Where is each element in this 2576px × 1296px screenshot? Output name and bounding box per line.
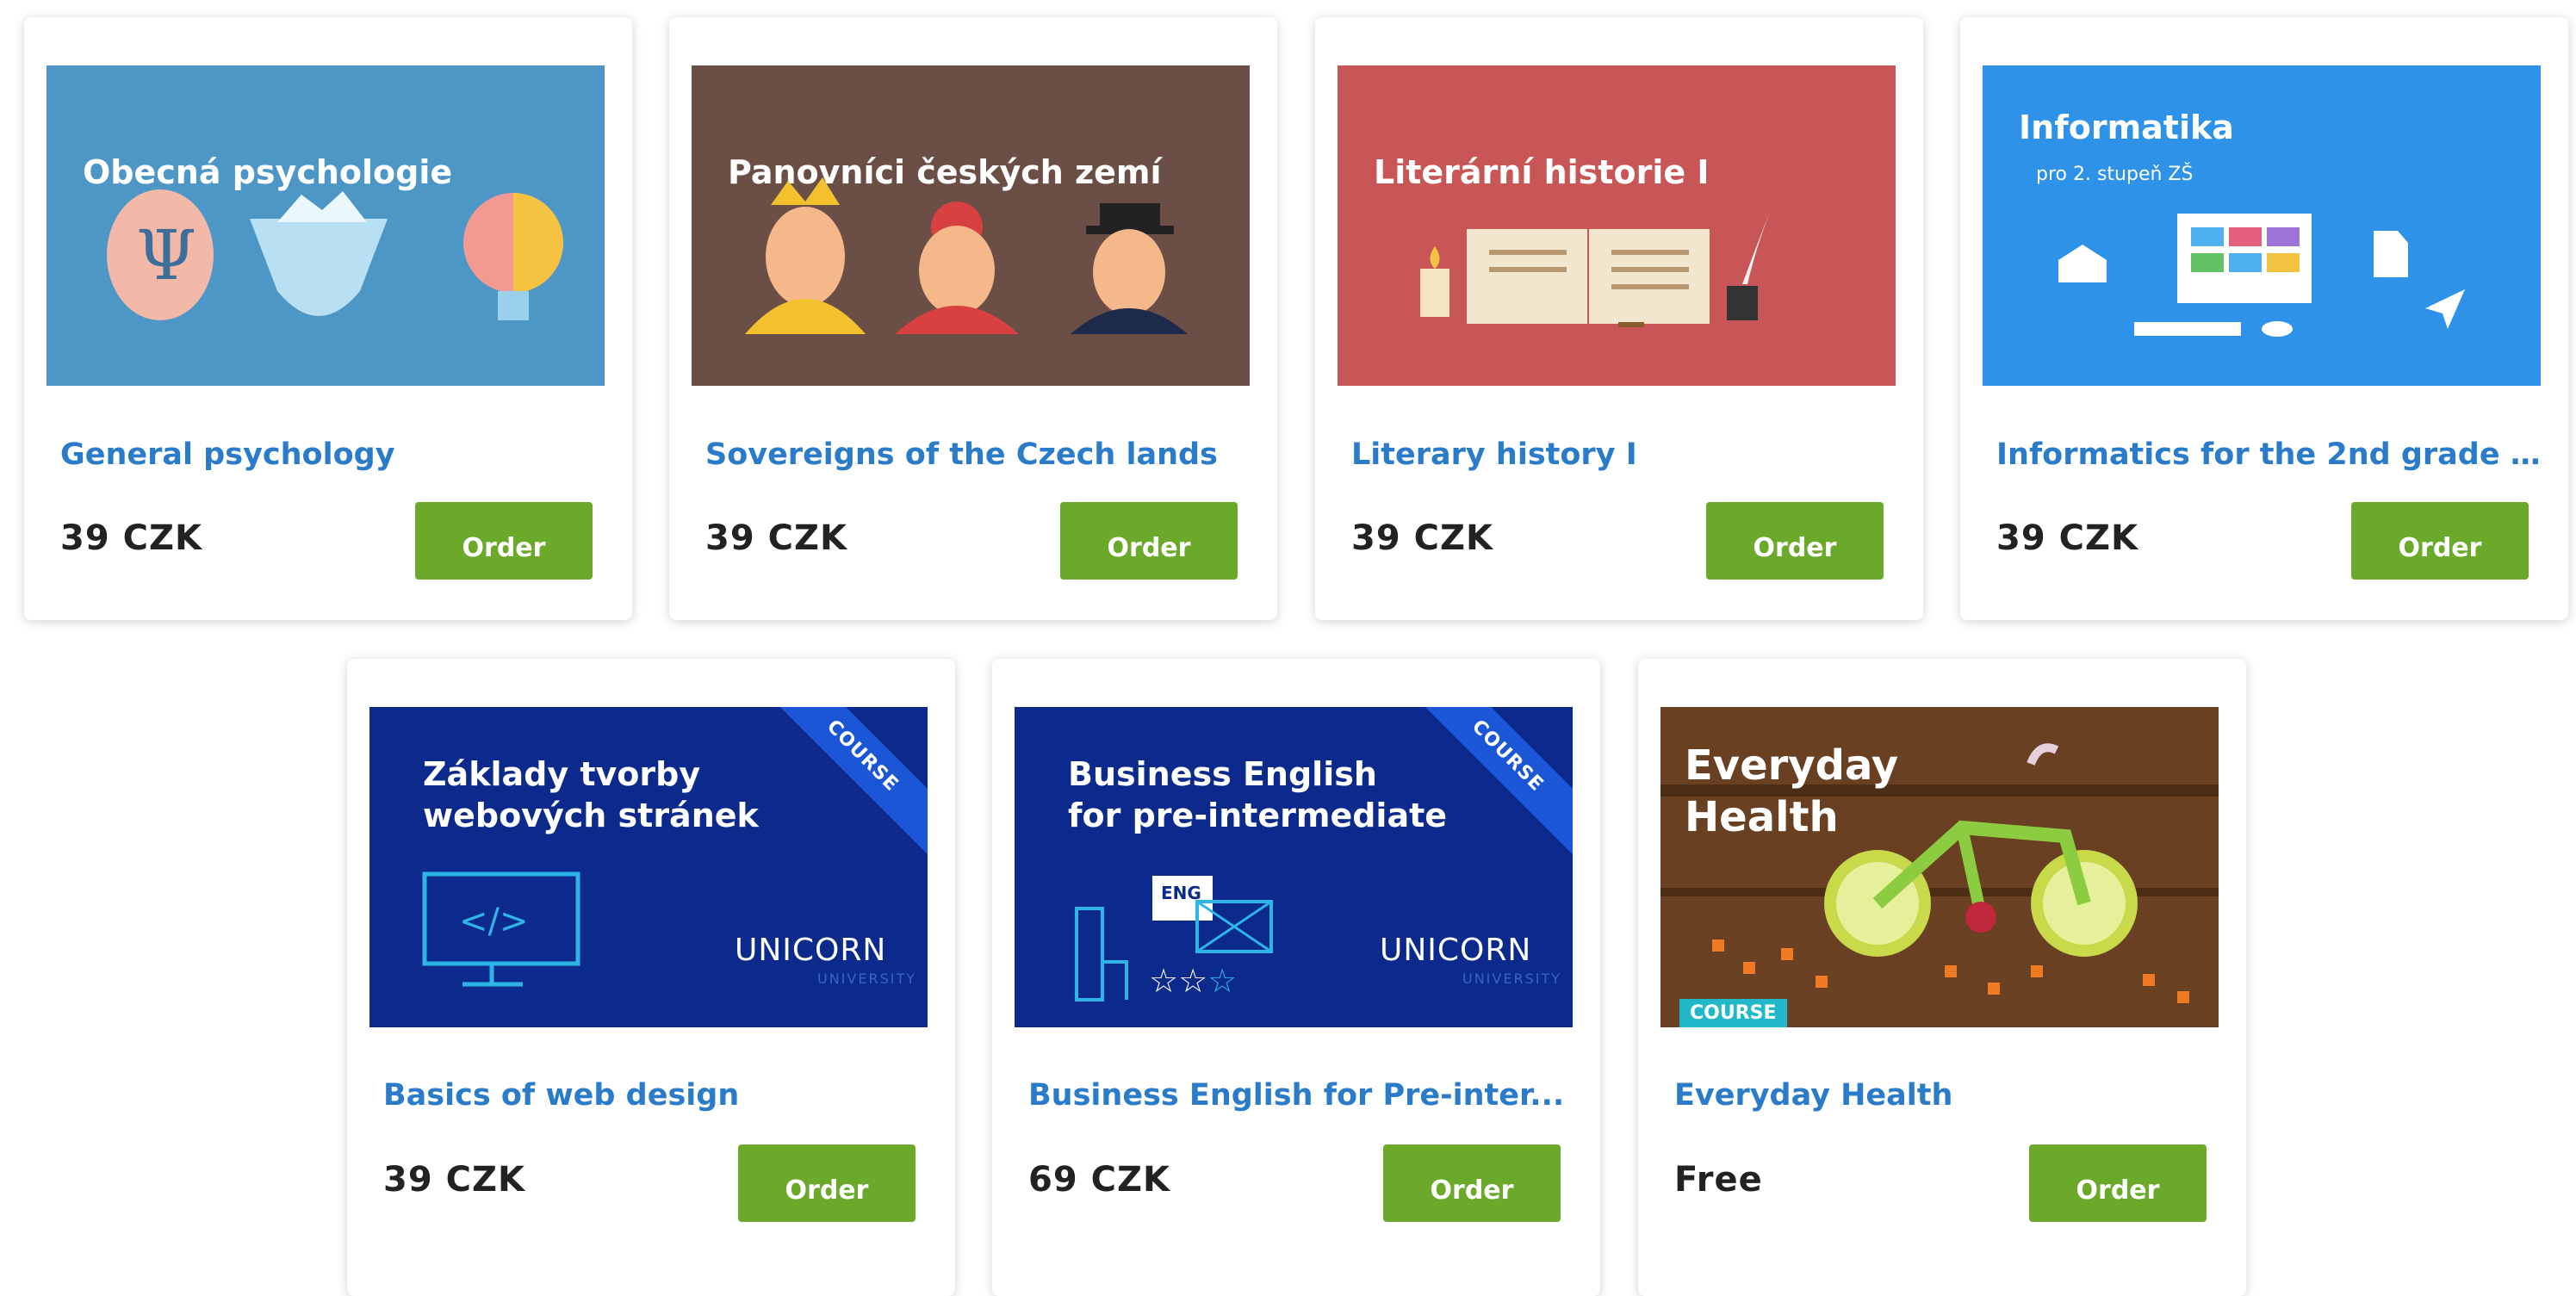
svg-text:Ψ: Ψ: [136, 215, 196, 295]
psychology-illustration: Ψ: [107, 189, 563, 320]
course-thumbnail[interactable]: Informatika pro 2. stupeň ZŠ: [1983, 65, 2541, 386]
course-price: 39 CZK: [383, 1160, 525, 1200]
book-candle-illustration: [1420, 203, 1773, 327]
course-title[interactable]: Informatics for the 2nd grade ...: [1996, 437, 2544, 472]
course-badge: COURSE: [1679, 999, 1787, 1027]
course-card[interactable]: COURSE Základy tvorby webových stránek <…: [347, 659, 955, 1296]
course-thumbnail[interactable]: Everyday Health COURSE: [1660, 707, 2219, 1027]
course-card[interactable]: Literární historie I Literary history I …: [1315, 17, 1923, 620]
order-button[interactable]: Order: [1060, 502, 1238, 580]
course-card[interactable]: COURSE Business English for pre-intermed…: [992, 659, 1600, 1296]
rating-stars: ☆☆☆: [1149, 962, 1238, 1000]
eng-tag: ENG: [1161, 883, 1201, 903]
course-thumbnail[interactable]: COURSE Business English for pre-intermed…: [1015, 707, 1573, 1027]
order-button-label: Order: [2398, 532, 2482, 563]
brand-subtitle: UNIVERSITY: [1462, 970, 1561, 987]
order-button[interactable]: Order: [2351, 502, 2529, 580]
order-button[interactable]: Order: [415, 502, 593, 580]
order-button[interactable]: Order: [1383, 1144, 1561, 1222]
course-title[interactable]: Sovereigns of the Czech lands: [705, 437, 1253, 472]
order-button[interactable]: Order: [2029, 1144, 2207, 1222]
order-button-label: Order: [2076, 1175, 2160, 1206]
course-title[interactable]: Literary history I: [1351, 437, 1899, 472]
brand-subtitle: UNIVERSITY: [817, 970, 916, 987]
course-price: 69 CZK: [1028, 1160, 1170, 1200]
course-thumbnail[interactable]: Literární historie I: [1338, 65, 1896, 386]
course-title[interactable]: Business English for Pre-inter...: [1028, 1078, 1576, 1113]
course-thumbnail[interactable]: COURSE Základy tvorby webových stránek <…: [369, 707, 928, 1027]
order-button-label: Order: [1430, 1175, 1514, 1206]
order-button-label: Order: [1107, 532, 1191, 563]
brand-name: UNICORN: [1380, 933, 1532, 968]
course-thumbnail[interactable]: Obecná psychologie Ψ: [47, 65, 605, 386]
svg-text:</>: </>: [459, 902, 529, 941]
monarchs-illustration: [745, 177, 1188, 334]
course-price: 39 CZK: [705, 518, 847, 558]
course-thumbnail[interactable]: Panovníci českých zemí: [692, 65, 1250, 386]
order-button-label: Order: [1753, 532, 1837, 563]
course-card[interactable]: Everyday Health COURSE Everyday Health F…: [1638, 659, 2246, 1296]
order-button[interactable]: Order: [738, 1144, 916, 1222]
order-button-label: Order: [785, 1175, 869, 1206]
course-card[interactable]: Informatika pro 2. stupeň ZŠ Informatics…: [1960, 17, 2568, 620]
course-title[interactable]: General psychology: [60, 437, 608, 472]
course-card[interactable]: Panovníci českých zemí Sovereigns of the…: [669, 17, 1277, 620]
course-title[interactable]: Basics of web design: [383, 1078, 931, 1113]
order-button-label: Order: [462, 532, 546, 563]
course-price: 39 CZK: [1351, 518, 1493, 558]
computer-illustration: [2058, 214, 2465, 337]
thumbnail-title: Everyday Health: [1685, 741, 1899, 841]
course-price: 39 CZK: [60, 518, 202, 558]
course-card[interactable]: Obecná psychologie Ψ General psychology …: [24, 17, 632, 620]
course-title[interactable]: Everyday Health: [1674, 1078, 2222, 1113]
course-price: 39 CZK: [1996, 518, 2138, 558]
order-button[interactable]: Order: [1706, 502, 1884, 580]
brand-name: UNICORN: [735, 933, 887, 968]
course-price: Free: [1674, 1160, 1763, 1200]
